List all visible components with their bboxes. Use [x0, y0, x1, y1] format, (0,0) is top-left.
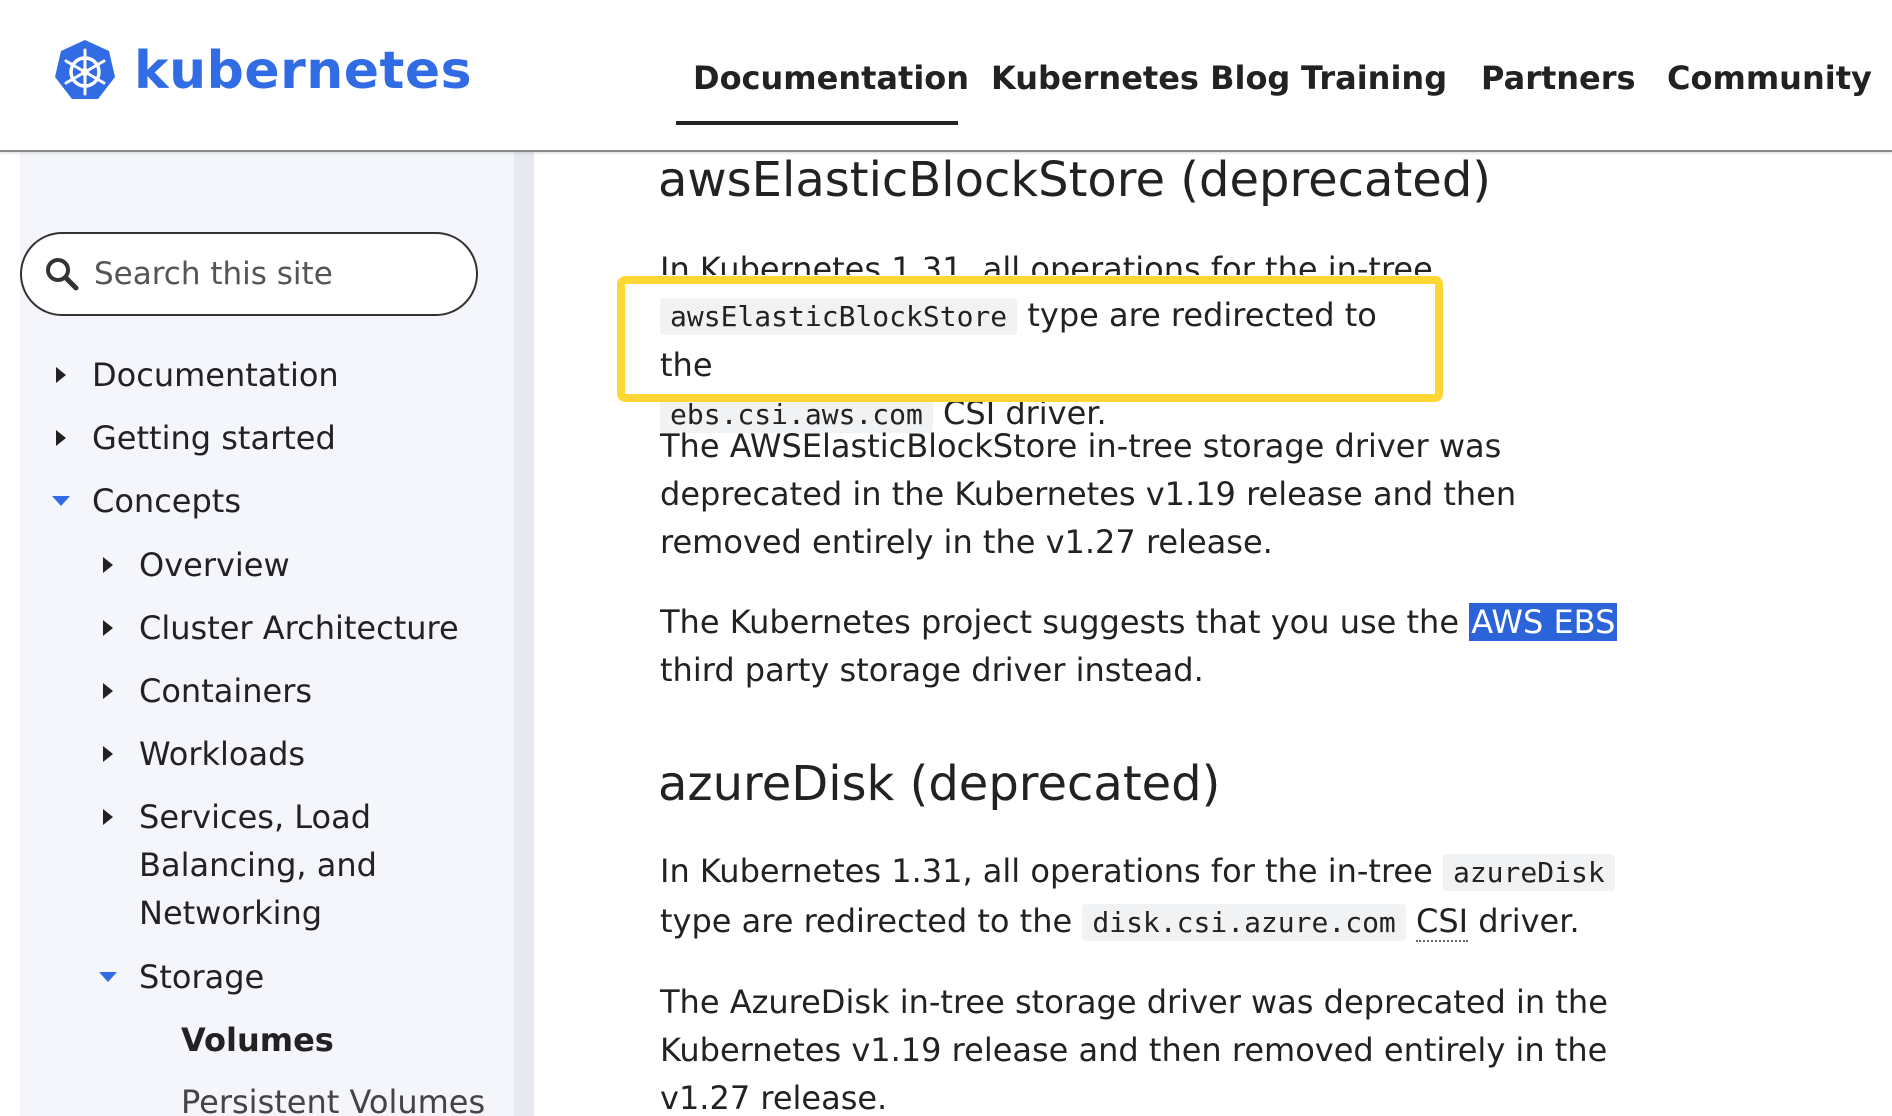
- highlight-annotation-box: [617, 276, 1443, 402]
- inline-code: azureDisk: [1442, 854, 1615, 891]
- nav-community[interactable]: Community: [1667, 58, 1872, 98]
- paragraph-text: driver.: [1478, 902, 1580, 940]
- sidebar-item-label: Services, Load Balancing, and Networking: [139, 798, 377, 932]
- caret-down-icon[interactable]: [97, 957, 119, 997]
- sidebar-item-volumes[interactable]: Volumes: [161, 1020, 334, 1064]
- sidebar-item-storage[interactable]: Storage: [97, 957, 264, 1001]
- sidebar-divider: [514, 152, 534, 1116]
- paragraph-text: type are redirected to the: [660, 902, 1073, 940]
- sidebar-item-containers[interactable]: Containers: [97, 671, 312, 715]
- sidebar-item-label: Workloads: [139, 735, 306, 773]
- sidebar-item-label: Overview: [139, 546, 290, 584]
- sidebar-item-overview[interactable]: Overview: [97, 545, 290, 589]
- sidebar-item-concepts[interactable]: Concepts: [50, 481, 241, 525]
- caret-right-icon[interactable]: [97, 608, 119, 648]
- aws-ebs-link[interactable]: AWS EBS: [1469, 603, 1618, 641]
- sidebar-item-label: Persistent Volumes: [181, 1083, 486, 1116]
- sidebar-item-label: Concepts: [92, 482, 242, 520]
- nav-kubernetes-blog[interactable]: Kubernetes Blog: [991, 58, 1290, 98]
- active-nav-underline: [676, 121, 958, 125]
- nav-documentation[interactable]: Documentation: [693, 58, 969, 98]
- sidebar-item-label: Containers: [139, 672, 313, 710]
- sidebar-item-services-networking[interactable]: Services, Load Balancing, and Networking: [97, 797, 469, 937]
- caret-right-icon[interactable]: [97, 545, 119, 585]
- paragraph-text: third party storage driver instead.: [660, 651, 1204, 689]
- sidebar-item-label: Documentation: [92, 356, 339, 394]
- site-header: kubernetes Documentation Kubernetes Blog…: [0, 0, 1892, 152]
- csi-abbreviation[interactable]: CSI: [1415, 902, 1469, 942]
- sidebar-item-documentation[interactable]: Documentation: [50, 355, 339, 399]
- paragraph-aws-deprecation: The AWSElasticBlockStore in-tree storage…: [660, 427, 1517, 561]
- nav-training[interactable]: Training: [1301, 58, 1447, 98]
- caret-down-icon[interactable]: [50, 481, 72, 521]
- caret-right-icon[interactable]: [97, 797, 119, 837]
- sidebar-item-label: Storage: [139, 958, 265, 996]
- sidebar-item-label: Getting started: [92, 419, 336, 457]
- heading-azure-disk: azureDisk (deprecated): [658, 756, 1221, 812]
- paragraph-text: In Kubernetes 1.31, all operations for t…: [660, 852, 1433, 890]
- caret-right-icon[interactable]: [50, 355, 72, 395]
- site-search[interactable]: [20, 232, 478, 316]
- caret-right-icon[interactable]: [50, 418, 72, 458]
- caret-right-icon[interactable]: [97, 734, 119, 774]
- search-icon: [46, 258, 79, 291]
- nav-partners[interactable]: Partners: [1481, 58, 1636, 98]
- search-input[interactable]: [94, 256, 454, 292]
- paragraph-aws-suggestion: The Kubernetes project suggests that you…: [660, 598, 1650, 694]
- sidebar-item-label: Volumes: [181, 1021, 334, 1059]
- caret-right-icon[interactable]: [97, 671, 119, 711]
- top-nav: Documentation Kubernetes Blog Training P…: [0, 58, 1892, 98]
- paragraph-azure-redirect: In Kubernetes 1.31, all operations for t…: [660, 847, 1650, 947]
- inline-code: disk.csi.azure.com: [1082, 904, 1406, 941]
- sidebar-item-cluster-architecture[interactable]: Cluster Architecture: [97, 608, 459, 652]
- paragraph-text: In Kubernetes 1.31, all operations for t…: [660, 250, 1433, 275]
- sidebar-item-persistent-volumes[interactable]: Persistent Volumes: [161, 1082, 485, 1116]
- paragraph-azure-deprecation: The AzureDisk in-tree storage driver was…: [660, 983, 1608, 1116]
- sidebar-item-label: Cluster Architecture: [139, 609, 459, 647]
- paragraph-clipped-line: In Kubernetes 1.31, all operations for t…: [660, 245, 1560, 275]
- sidebar-item-workloads[interactable]: Workloads: [97, 734, 305, 778]
- sidebar-item-getting-started[interactable]: Getting started: [50, 418, 336, 462]
- heading-aws-ebs: awsElasticBlockStore (deprecated): [658, 152, 1492, 208]
- paragraph-text: The Kubernetes project suggests that you…: [660, 603, 1460, 641]
